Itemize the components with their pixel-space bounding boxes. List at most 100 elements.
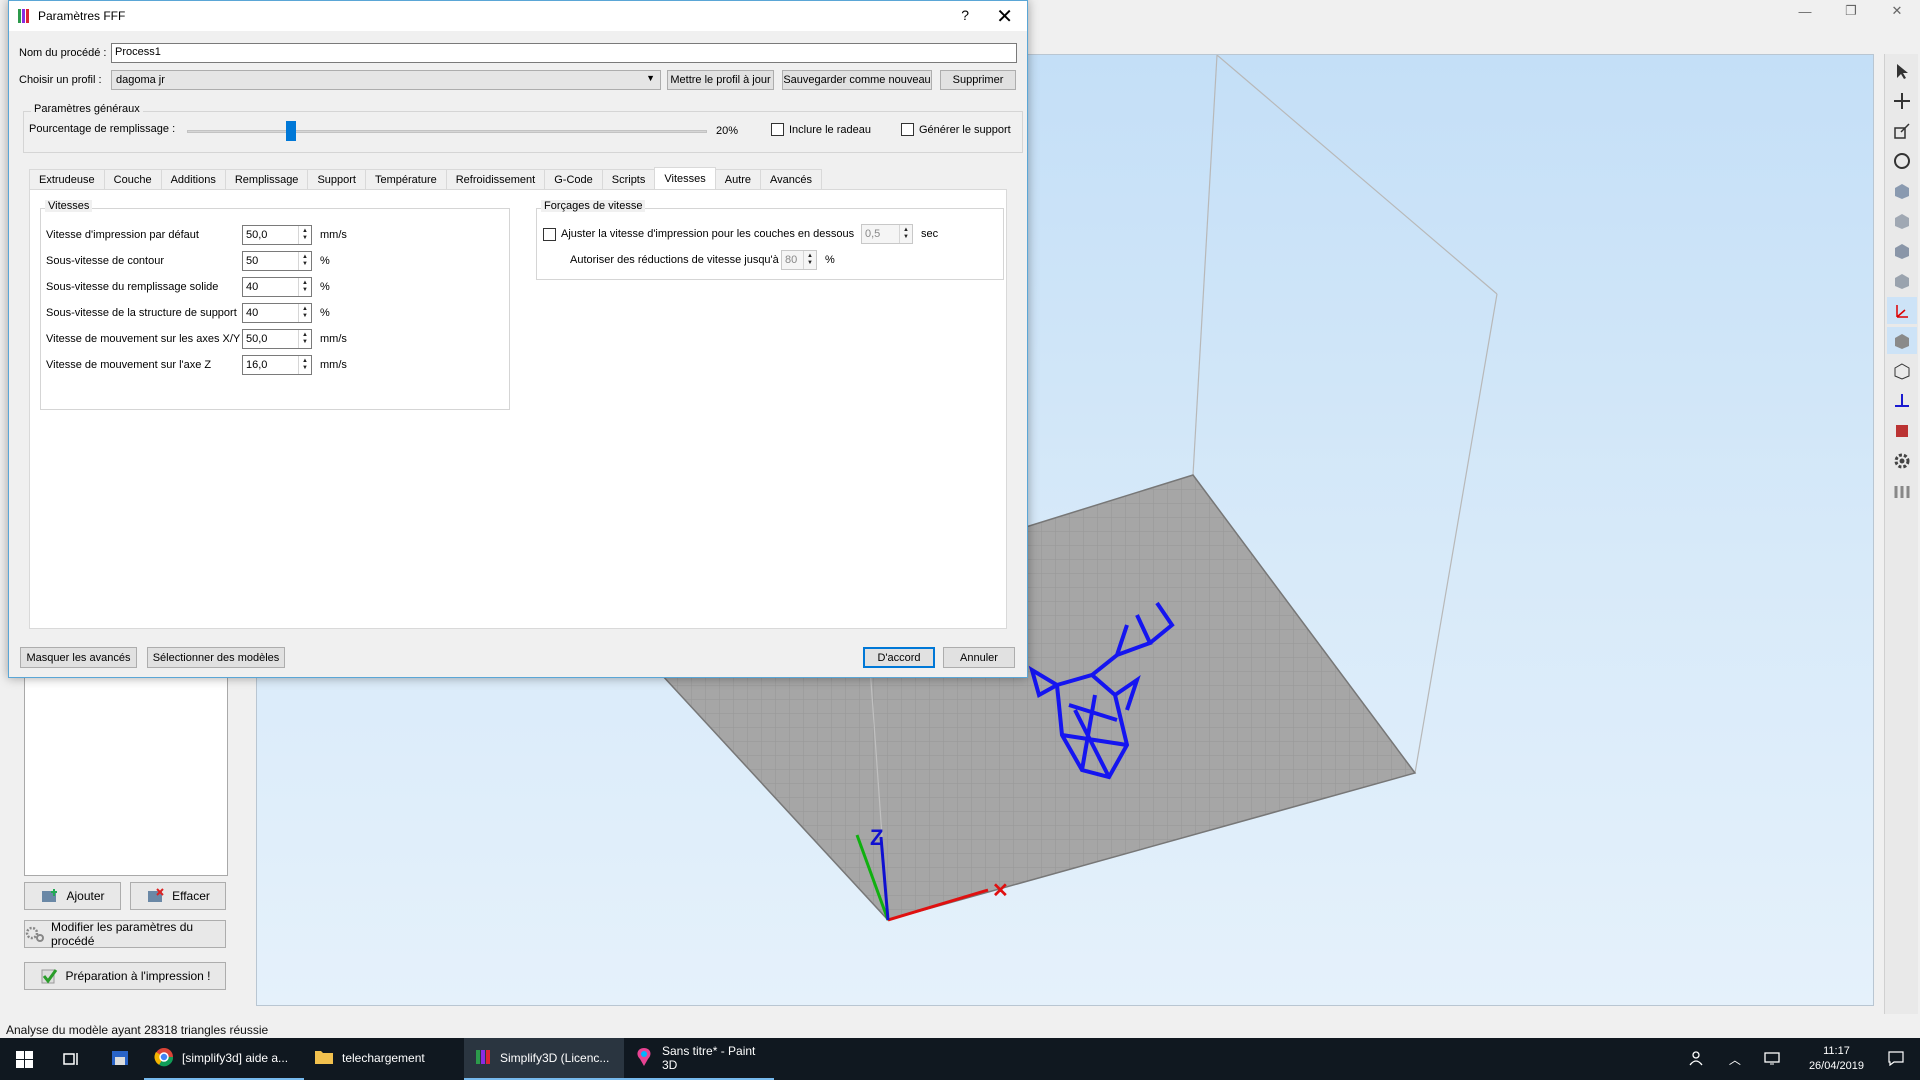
adjust-speed-row: Ajuster la vitesse d'impression pour les… <box>543 224 938 244</box>
wireframe-view-icon[interactable] <box>1887 357 1917 384</box>
windows-start-icon[interactable] <box>0 1038 48 1080</box>
restore-icon[interactable]: ❐ <box>1828 0 1874 22</box>
scale-tool-icon[interactable] <box>1887 117 1917 144</box>
taskbar-app-label: Sans titre* - Paint 3D <box>662 1044 756 1072</box>
hide-advanced-button[interactable]: Masquer les avancés <box>20 647 137 668</box>
checkmark-icon <box>39 967 59 985</box>
prepare-to-print-button[interactable]: Préparation à l'impression ! <box>24 962 226 990</box>
adjust-speed-field[interactable]: 0,5 ▲ ▼ <box>861 224 913 244</box>
taskbar-app-4[interactable]: Sans titre* - Paint 3D <box>624 1038 774 1080</box>
speed-setting-field[interactable]: 50,0 ▲ ▼ <box>242 329 312 349</box>
tab-6[interactable]: Température <box>364 169 447 189</box>
spinner-arrows-icon[interactable]: ▲ ▼ <box>899 225 912 243</box>
support-checkbox[interactable]: Générer le support <box>901 123 1011 136</box>
settings-gear-icon[interactable] <box>1887 447 1917 474</box>
build-plate-icon[interactable] <box>1887 387 1917 414</box>
adjust-speed-label: Ajuster la vitesse d'impression pour les… <box>561 228 855 240</box>
cancel-button[interactable]: Annuler <box>943 647 1015 668</box>
spinner-arrows-icon[interactable]: ▲ ▼ <box>298 278 311 296</box>
view-iso-icon[interactable] <box>1887 177 1917 204</box>
people-icon[interactable] <box>1689 1050 1705 1069</box>
x-axis-marker: ✕ <box>992 880 1009 902</box>
add-button[interactable]: Ajouter <box>24 882 121 910</box>
speed-setting-field[interactable]: 50 ▲ ▼ <box>242 251 312 271</box>
taskbar-app-2[interactable]: telechargement <box>304 1038 464 1080</box>
allow-reduction-row: Autoriser des réductions de vitesse jusq… <box>570 250 835 270</box>
speed-setting-value: 40 <box>246 307 259 319</box>
tab-9[interactable]: Scripts <box>601 169 656 189</box>
move-tool-icon[interactable] <box>1887 87 1917 114</box>
profile-select[interactable]: dagoma jr ▼ <box>111 70 661 90</box>
tab-4[interactable]: Remplissage <box>224 169 309 189</box>
chevron-up-icon[interactable]: ︿ <box>1729 1051 1741 1068</box>
infill-slider-track[interactable] <box>187 130 707 133</box>
select-tool-icon[interactable] <box>1887 57 1917 84</box>
spinner-arrows-icon[interactable]: ▲ ▼ <box>298 304 311 322</box>
tab-8[interactable]: G-Code <box>544 169 603 189</box>
infill-slider-handle[interactable] <box>286 121 296 141</box>
tab-5[interactable]: Support <box>307 169 366 189</box>
show-axes-icon[interactable] <box>1887 297 1917 324</box>
clear-button[interactable]: Effacer <box>130 882 226 910</box>
update-profile-button[interactable]: Mettre le profil à jour <box>667 70 774 90</box>
solid-view-icon[interactable] <box>1887 327 1917 354</box>
process-list[interactable] <box>24 676 228 876</box>
minimize-icon[interactable]: — <box>1782 0 1828 22</box>
speed-setting-unit: mm/s <box>320 359 347 371</box>
allow-reduction-field[interactable]: 80 ▲ ▼ <box>781 250 817 270</box>
close-icon[interactable]: ✕ <box>996 4 1013 29</box>
raft-checkbox[interactable]: Inclure le radeau <box>771 123 871 136</box>
spinner-arrows-icon[interactable]: ▲ ▼ <box>803 251 816 269</box>
speed-setting-row: Sous-vitesse de contour 50 ▲ ▼% <box>46 251 330 271</box>
process-name-field[interactable]: Process1 <box>111 43 1017 63</box>
taskbar-app-1[interactable]: [simplify3d] aide a... <box>144 1038 304 1080</box>
spinner-arrows-icon[interactable]: ▲ ▼ <box>298 226 311 244</box>
speed-setting-unit: % <box>320 281 330 293</box>
section-view-icon[interactable] <box>1887 417 1917 444</box>
speed-setting-value: 50,0 <box>246 229 268 241</box>
tab-10[interactable]: Vitesses <box>654 167 716 189</box>
ok-button[interactable]: D'accord <box>863 647 935 668</box>
taskbar-app-3[interactable]: Simplify3D (Licenc... <box>464 1038 624 1080</box>
view-top-icon[interactable] <box>1887 237 1917 264</box>
help-icon[interactable]: ? <box>961 7 969 23</box>
speed-setting-field[interactable]: 40 ▲ ▼ <box>242 277 312 297</box>
window-controls: — ❐ ✕ <box>1782 0 1920 22</box>
spinner-arrows-icon[interactable]: ▲ ▼ <box>298 356 311 374</box>
tab-7[interactable]: Refroidissement <box>445 169 546 189</box>
select-models-button[interactable]: Sélectionner des modèles <box>147 647 285 668</box>
tab-11[interactable]: Autre <box>714 169 762 189</box>
clock[interactable]: 11:17 26/04/2019 <box>1809 1044 1864 1074</box>
tab-12[interactable]: Avancés <box>760 169 823 189</box>
save-as-new-button[interactable]: Sauvegarder comme nouveau <box>782 70 932 90</box>
clear-icon <box>146 887 166 905</box>
tab-2[interactable]: Couche <box>103 169 162 189</box>
speed-setting-label: Vitesse de mouvement sur l'axe Z <box>46 359 212 371</box>
general-settings-title: Paramètres généraux <box>31 103 143 115</box>
pinned-app-icon[interactable] <box>96 1038 144 1080</box>
tab-3[interactable]: Additions <box>160 169 226 189</box>
view-side-icon[interactable] <box>1887 267 1917 294</box>
rotate-tool-icon[interactable] <box>1887 147 1917 174</box>
notifications-icon[interactable] <box>1888 1050 1904 1069</box>
taskbar-app-label: [simplify3d] aide a... <box>182 1051 289 1065</box>
speed-setting-field[interactable]: 50,0 ▲ ▼ <box>242 225 312 245</box>
speed-setting-field[interactable]: 40 ▲ ▼ <box>242 303 312 323</box>
delete-profile-button[interactable]: Supprimer <box>940 70 1016 90</box>
close-icon[interactable]: ✕ <box>1874 0 1920 22</box>
raft-checkbox-box[interactable] <box>771 123 784 136</box>
dialog-titlebar[interactable]: Paramètres FFF ? ✕ <box>9 1 1027 31</box>
speeds-group-title: Vitesses <box>45 200 93 212</box>
support-checkbox-box[interactable] <box>901 123 914 136</box>
task-view-icon[interactable] <box>48 1038 96 1080</box>
network-icon[interactable] <box>1763 1051 1781 1068</box>
edit-process-settings-button[interactable]: Modifier les paramètres du procédé <box>24 920 226 948</box>
supports-view-icon[interactable] <box>1887 477 1917 504</box>
speed-setting-field[interactable]: 16,0 ▲ ▼ <box>242 355 312 375</box>
view-front-icon[interactable] <box>1887 207 1917 234</box>
adjust-speed-checkbox[interactable] <box>543 227 556 241</box>
tab-1[interactable]: Extrudeuse <box>29 169 105 189</box>
spinner-arrows-icon[interactable]: ▲ ▼ <box>298 330 311 348</box>
infill-value: 20% <box>716 125 739 137</box>
spinner-arrows-icon[interactable]: ▲ ▼ <box>298 252 311 270</box>
